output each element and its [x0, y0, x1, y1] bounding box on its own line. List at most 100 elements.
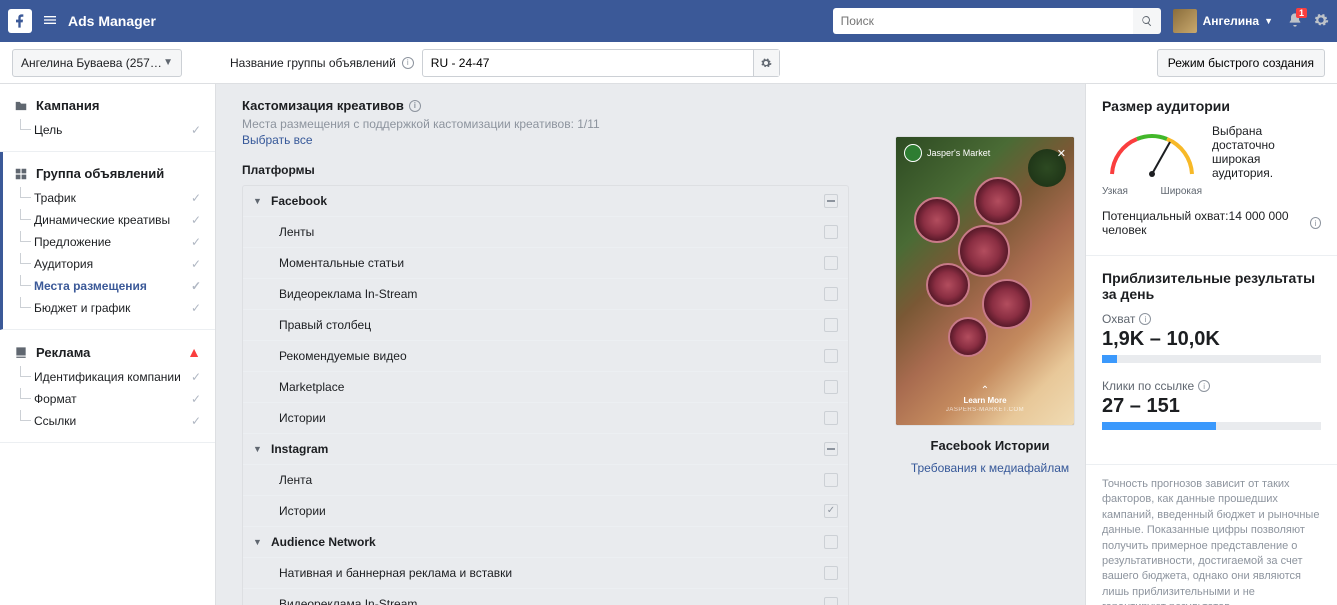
account-select[interactable]: Ангелина Буваева (257… ▼: [12, 49, 182, 77]
nav-item[interactable]: Бюджет и график✓: [14, 297, 201, 319]
nav-item-label: Аудитория: [34, 257, 93, 271]
nav-item[interactable]: Цель✓: [14, 119, 201, 141]
nav-item[interactable]: Предложение✓: [14, 231, 201, 253]
platform-group-name: Instagram: [271, 442, 328, 456]
right-panel: Размер аудитории Узкая Шир: [1085, 84, 1337, 605]
platform-item-label: Видеореклама In-Stream: [279, 597, 417, 605]
main: Кампания Цель✓ Группа объявлений Трафик✓…: [0, 84, 1337, 605]
gear-icon: [1313, 12, 1329, 28]
chevron-down-icon: ▼: [253, 196, 265, 206]
nav-section-title: Кампания: [36, 98, 99, 113]
platform-item[interactable]: Истории: [243, 496, 848, 527]
search-icon: [1141, 15, 1153, 27]
check-icon: ✓: [191, 414, 201, 428]
nav-item[interactable]: Трафик✓: [14, 187, 201, 209]
story-cta: ⌃ Learn More JASPERS-MARKET.COM: [896, 377, 1074, 425]
advertiser-logo: [904, 144, 922, 162]
placements-content: Кастомизация креативов i Места размещени…: [216, 84, 875, 605]
platform-item[interactable]: Видеореклама In-Stream: [243, 589, 848, 605]
adset-name-input[interactable]: [423, 56, 753, 70]
topbar: Ads Manager Ангелина ▼ 1: [0, 0, 1337, 42]
metric-clicks-value: 27 – 151: [1102, 395, 1321, 418]
user-name: Ангелина: [1203, 14, 1260, 28]
platform-item-label: Истории: [279, 504, 326, 518]
nav-section-title: Реклама: [36, 345, 90, 360]
check-icon: ✓: [191, 213, 201, 227]
story-preview: Jasper's Market ✕ ⌃ Learn More JASPERS-M…: [895, 136, 1075, 426]
platform-item-label: Истории: [279, 411, 326, 425]
notifications-button[interactable]: 1: [1287, 12, 1303, 31]
nav-item[interactable]: Динамические креативы✓: [14, 209, 201, 231]
platform-group[interactable]: ▼Facebook: [243, 186, 848, 217]
check-icon: ✓: [191, 279, 201, 293]
platform-item[interactable]: Рекомендуемые видео: [243, 341, 848, 372]
platform-item-checkbox[interactable]: [824, 473, 838, 487]
platform-item-label: Нативная и баннерная реклама и вставки: [279, 566, 512, 580]
content-area: Кастомизация креативов i Места размещени…: [216, 84, 1085, 605]
nav-section-head[interactable]: Группа объявлений: [14, 166, 201, 181]
platform-item-checkbox[interactable]: [824, 411, 838, 425]
adset-name-field: [422, 49, 780, 77]
nav-item[interactable]: Идентификация компании✓: [14, 366, 201, 388]
results-disclaimer: Точность прогнозов зависит от таких факт…: [1086, 465, 1337, 605]
platform-item-checkbox[interactable]: [824, 566, 838, 580]
platform-group-checkbox[interactable]: [824, 535, 838, 549]
select-all-link[interactable]: Выбрать все: [242, 133, 313, 147]
nav-item[interactable]: Аудитория✓: [14, 253, 201, 275]
quick-creation-button[interactable]: Режим быстрого создания: [1157, 49, 1325, 77]
nav-item-label: Бюджет и график: [34, 301, 130, 315]
nav-item[interactable]: Формат✓: [14, 388, 201, 410]
check-icon: ✓: [191, 235, 201, 249]
search-input[interactable]: [833, 8, 1133, 34]
account-name: Ангелина Буваева (257…: [21, 56, 162, 70]
platform-group-checkbox[interactable]: [824, 442, 838, 456]
audience-size-title: Размер аудитории: [1102, 98, 1321, 114]
chevron-down-icon: ▼: [253, 537, 265, 547]
platform-group[interactable]: ▼ Audience Network: [243, 527, 848, 558]
platform-group[interactable]: ▼ Instagram: [243, 434, 848, 465]
settings-button[interactable]: [1313, 12, 1329, 31]
info-icon[interactable]: i: [1310, 217, 1321, 229]
platform-group-name: Audience Network: [271, 535, 376, 549]
platform-item[interactable]: Ленты: [243, 217, 848, 248]
audience-message: Выбрана достаточно широкая аудитория.: [1212, 124, 1321, 197]
platform-item-checkbox[interactable]: [824, 504, 838, 518]
check-icon: ✓: [191, 191, 201, 205]
info-icon[interactable]: i: [402, 57, 414, 69]
subbar: Ангелина Буваева (257… ▼ Название группы…: [0, 42, 1337, 84]
nav-item[interactable]: Места размещения✓: [14, 275, 201, 297]
platform-item-checkbox[interactable]: [824, 597, 838, 605]
chevron-down-icon: ▼: [253, 444, 265, 454]
preview-label: Facebook Истории: [895, 438, 1085, 453]
adset-settings-button[interactable]: [753, 50, 779, 76]
platform-item-checkbox[interactable]: [824, 380, 838, 394]
info-icon[interactable]: i: [1198, 380, 1210, 392]
nav-section-head[interactable]: Кампания: [14, 98, 201, 113]
platform-item[interactable]: Правый столбец: [243, 310, 848, 341]
info-icon[interactable]: i: [409, 100, 421, 112]
media-requirements-link[interactable]: Требования к медиафайлам: [911, 461, 1069, 475]
platform-item-checkbox[interactable]: [824, 318, 838, 332]
platform-item[interactable]: Marketplace: [243, 372, 848, 403]
platform-group-checkbox[interactable]: [824, 194, 838, 208]
search-button[interactable]: [1133, 8, 1161, 34]
platform-item-checkbox[interactable]: [824, 349, 838, 363]
platform-item-label: Лента: [279, 473, 312, 487]
gear-icon: [760, 57, 772, 69]
hamburger-icon[interactable]: [42, 12, 58, 31]
facebook-logo[interactable]: [8, 9, 32, 33]
platform-item[interactable]: Нативная и баннерная реклама и вставки: [243, 558, 848, 589]
platform-item-checkbox[interactable]: [824, 225, 838, 239]
platform-item[interactable]: Моментальные статьи: [243, 248, 848, 279]
platform-item-checkbox[interactable]: [824, 256, 838, 270]
gauge-label-broad: Широкая: [1161, 186, 1202, 197]
platform-item[interactable]: Лента: [243, 465, 848, 496]
nav-item-label: Идентификация компании: [34, 370, 181, 384]
info-icon[interactable]: i: [1139, 313, 1151, 325]
platform-item-checkbox[interactable]: [824, 287, 838, 301]
platform-item[interactable]: Видеореклама In-Stream: [243, 279, 848, 310]
platform-item[interactable]: Истории: [243, 403, 848, 434]
user-menu[interactable]: Ангелина ▼: [1173, 9, 1273, 33]
nav-item[interactable]: Ссылки✓: [14, 410, 201, 432]
nav-section-head[interactable]: Реклама ▲: [14, 344, 201, 360]
